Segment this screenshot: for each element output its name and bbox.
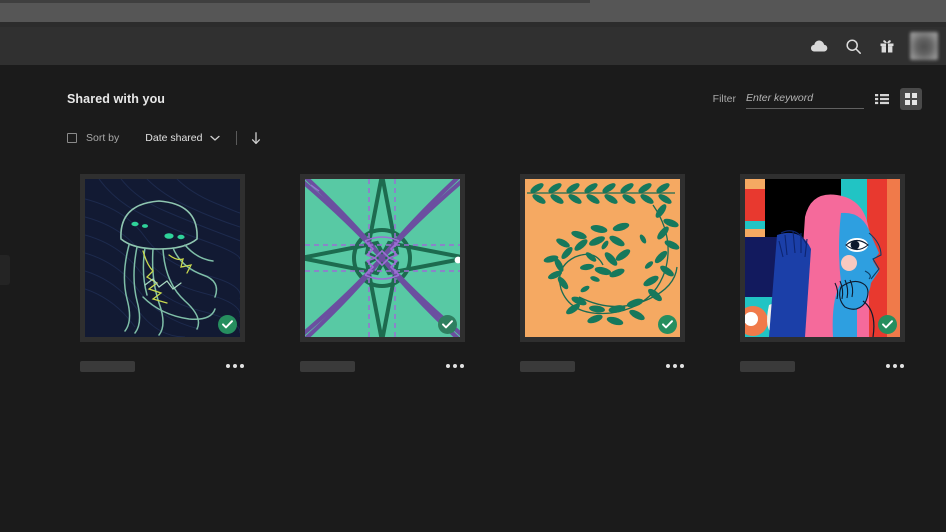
app-header xyxy=(0,27,946,65)
artwork-portrait xyxy=(745,179,900,337)
sort-by-label: Sort by xyxy=(86,132,120,144)
asset-name-redacted xyxy=(80,360,135,372)
sort-dropdown-value[interactable]: Date shared xyxy=(145,132,202,144)
asset-card-footer xyxy=(300,360,465,372)
asset-card-footer xyxy=(520,360,685,372)
search-icon[interactable] xyxy=(838,31,868,61)
asset-thumbnail-frame[interactable] xyxy=(300,174,465,342)
asset-card[interactable] xyxy=(740,174,905,372)
asset-card-footer xyxy=(740,360,905,372)
asset-card[interactable] xyxy=(80,174,245,372)
more-options-icon[interactable] xyxy=(665,361,685,371)
asset-card[interactable] xyxy=(520,174,685,372)
page-title: Shared with you xyxy=(67,92,166,106)
sort-row: Sort by Date shared xyxy=(67,130,261,146)
gift-icon[interactable] xyxy=(872,31,902,61)
avatar[interactable] xyxy=(910,32,938,60)
filter-label: Filter xyxy=(712,93,736,105)
shared-check-badge[interactable] xyxy=(218,315,237,334)
sort-divider xyxy=(236,131,238,145)
shared-check-badge[interactable] xyxy=(438,315,457,334)
shared-check-badge[interactable] xyxy=(658,315,677,334)
chevron-down-icon[interactable] xyxy=(210,135,221,142)
cloud-icon[interactable] xyxy=(804,31,834,61)
artwork-mandala xyxy=(305,179,460,337)
filter-cluster: Filter xyxy=(713,88,922,110)
asset-name-redacted xyxy=(520,360,575,372)
grid-view-button[interactable] xyxy=(900,88,922,110)
window-chrome xyxy=(0,0,946,22)
asset-thumbnail-frame[interactable] xyxy=(740,174,905,342)
asset-name-redacted xyxy=(300,360,355,372)
filter-input[interactable] xyxy=(746,89,864,109)
shared-check-badge[interactable] xyxy=(878,315,897,334)
asset-thumbnail-frame[interactable] xyxy=(80,174,245,342)
asset-name-redacted xyxy=(740,360,795,372)
asset-card[interactable] xyxy=(300,174,465,372)
more-options-icon[interactable] xyxy=(445,361,465,371)
list-view-button[interactable] xyxy=(871,88,893,110)
left-rail-stub xyxy=(0,255,10,285)
asset-grid xyxy=(80,174,905,372)
browser-tab-strip xyxy=(0,0,590,3)
more-options-icon[interactable] xyxy=(885,361,905,371)
asset-card-footer xyxy=(80,360,245,372)
select-all-checkbox[interactable] xyxy=(67,133,77,143)
sort-direction-icon[interactable] xyxy=(251,131,261,145)
more-options-icon[interactable] xyxy=(225,361,245,371)
asset-thumbnail-frame[interactable] xyxy=(520,174,685,342)
artwork-vines xyxy=(525,179,680,337)
artwork-jellyfish xyxy=(85,179,240,337)
